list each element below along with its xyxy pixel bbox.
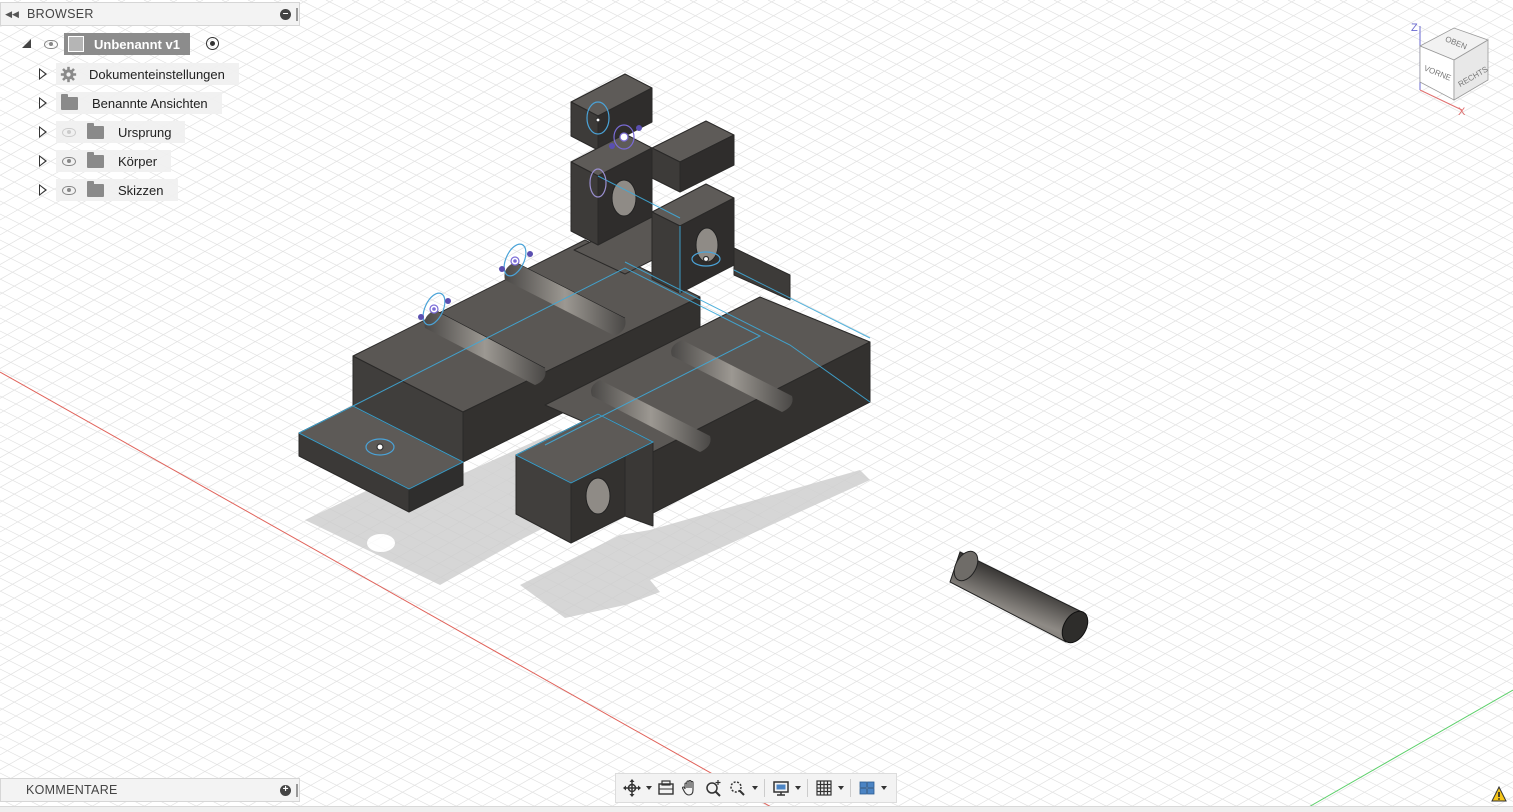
- browser-panel-header[interactable]: ◀◀ BROWSER –: [0, 2, 300, 26]
- zoom-icon[interactable]: [702, 776, 726, 800]
- pan-icon[interactable]: [678, 776, 702, 800]
- root-component-label: Unbenannt v1: [94, 36, 180, 52]
- tree-item-label: Skizzen: [118, 182, 164, 198]
- display-settings-dropdown-icon[interactable]: [793, 776, 803, 800]
- tree-item-chip[interactable]: Ursprung: [56, 121, 186, 143]
- collapse-triangle-icon[interactable]: [22, 39, 31, 48]
- grid-settings-icon[interactable]: [812, 776, 836, 800]
- folder-icon: [87, 122, 104, 139]
- tree-item-label: Ursprung: [118, 124, 172, 140]
- navigation-toolbar: [615, 773, 897, 803]
- root-component-chip[interactable]: Unbenannt v1: [64, 33, 190, 55]
- axis-z-label: Z: [1411, 22, 1418, 34]
- tree-item-chip[interactable]: Skizzen: [56, 179, 178, 201]
- tree-item-chip[interactable]: Dokumenteinstellungen: [56, 63, 239, 85]
- y-axis-line: [1299, 689, 1513, 812]
- folder-icon: [87, 151, 104, 168]
- tree-item-label: Benannte Ansichten: [92, 95, 208, 111]
- panel-grip-icon[interactable]: [296, 784, 298, 797]
- zoom-window-icon[interactable]: [726, 776, 750, 800]
- folder-icon: [61, 93, 78, 110]
- tree-item-chip[interactable]: Körper: [56, 150, 172, 172]
- tree-item-chip[interactable]: Benannte Ansichten: [56, 92, 222, 114]
- collapse-browser-icon[interactable]: ◀◀: [5, 8, 19, 20]
- toolbar-separator: [764, 779, 765, 797]
- component-icon: [68, 36, 84, 52]
- modeling-viewport[interactable]: Z X OBEN VORNE RECHTS: [0, 0, 1513, 812]
- gear-icon: [60, 66, 77, 82]
- hidden-eye-icon[interactable]: [62, 127, 76, 137]
- axis-x-label: X: [1458, 106, 1466, 118]
- panel-grip-icon[interactable]: [296, 8, 298, 21]
- comments-panel-header[interactable]: KOMMENTARE +: [0, 778, 300, 802]
- visibility-eye-icon[interactable]: [62, 156, 76, 166]
- zoom-dropdown-icon[interactable]: [750, 776, 760, 800]
- comments-title: KOMMENTARE: [26, 783, 118, 797]
- tree-item-label: Dokumenteinstellungen: [89, 66, 225, 82]
- toolbar-separator: [807, 779, 808, 797]
- expand-triangle-icon[interactable]: [39, 68, 47, 80]
- display-settings-icon[interactable]: [769, 776, 793, 800]
- visibility-eye-icon[interactable]: [62, 185, 76, 195]
- orbit-icon[interactable]: [620, 776, 644, 800]
- expand-triangle-icon[interactable]: [39, 97, 47, 109]
- activate-component-radio-icon[interactable]: [206, 37, 219, 50]
- status-strip: [0, 806, 1513, 812]
- viewports-icon[interactable]: [855, 776, 879, 800]
- tree-item-label: Körper: [118, 153, 158, 169]
- add-comment-icon[interactable]: +: [280, 785, 291, 796]
- expand-triangle-icon[interactable]: [39, 155, 47, 167]
- look-at-icon[interactable]: [654, 776, 678, 800]
- viewports-dropdown-icon[interactable]: [879, 776, 889, 800]
- toolbar-separator: [850, 779, 851, 797]
- visibility-eye-icon[interactable]: [44, 40, 58, 49]
- expand-triangle-icon[interactable]: [39, 184, 47, 196]
- folder-icon: [87, 180, 104, 197]
- 3d-canvas[interactable]: [0, 0, 1513, 812]
- expand-triangle-icon[interactable]: [39, 126, 47, 138]
- browser-title: BROWSER: [27, 7, 94, 21]
- orbit-dropdown-icon[interactable]: [644, 776, 654, 800]
- warning-icon[interactable]: [1491, 786, 1507, 802]
- browser-minimize-icon[interactable]: –: [280, 9, 291, 20]
- view-cube[interactable]: Z X OBEN VORNE RECHTS: [1404, 18, 1504, 118]
- grid-settings-dropdown-icon[interactable]: [836, 776, 846, 800]
